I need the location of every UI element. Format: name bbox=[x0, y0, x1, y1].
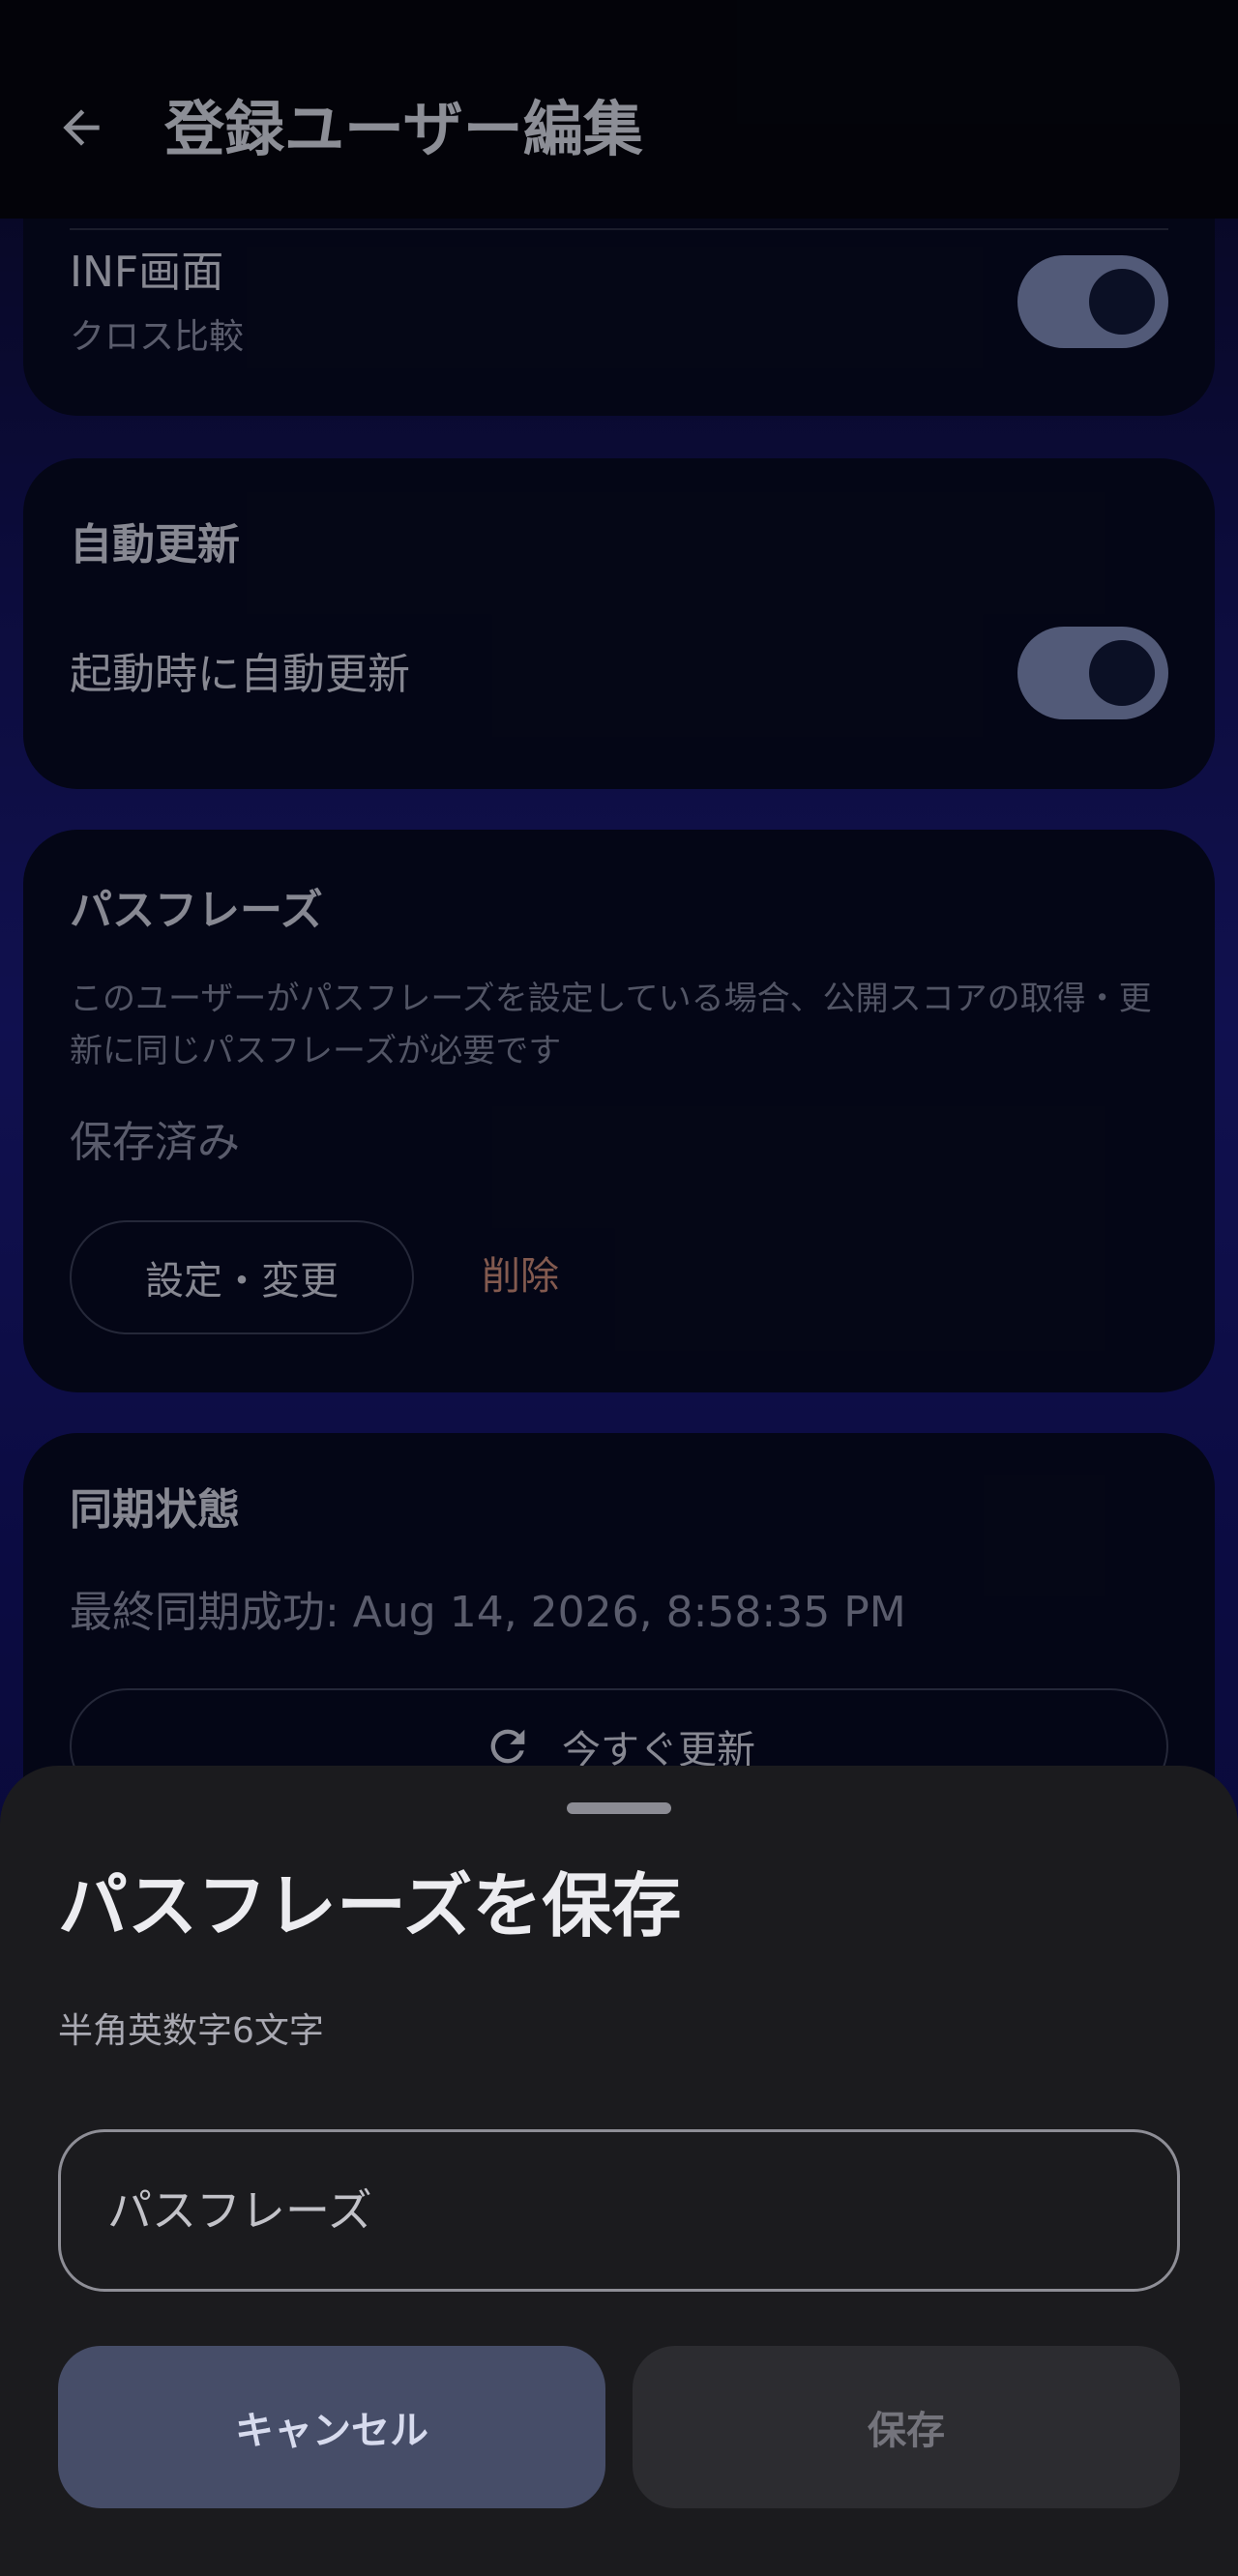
cancel-button[interactable]: キャンセル bbox=[58, 2346, 605, 2508]
passphrase-input[interactable] bbox=[58, 2129, 1180, 2292]
save-passphrase-sheet: パスフレーズを保存 半角英数字6文字 キャンセル 保存 bbox=[0, 1766, 1238, 2576]
sheet-hint: 半角英数字6文字 bbox=[58, 2011, 324, 2051]
drag-handle[interactable] bbox=[567, 1802, 671, 1814]
sheet-title: パスフレーズを保存 bbox=[58, 1865, 682, 1947]
save-button[interactable]: 保存 bbox=[633, 2346, 1180, 2508]
